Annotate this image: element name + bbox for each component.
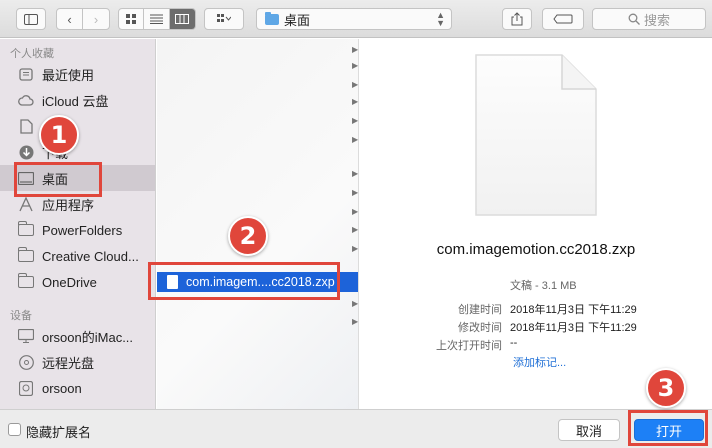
highlight-desktop xyxy=(14,162,102,197)
disclosure-arrow-icon: ▶ xyxy=(352,61,359,70)
harddisk-icon xyxy=(18,380,34,396)
tag-icon xyxy=(553,14,573,24)
sidebar-item-creative-cloud[interactable]: Creative Cloud... xyxy=(0,243,155,269)
grid-icon xyxy=(217,14,231,22)
share-button[interactable] xyxy=(502,8,532,30)
documents-icon xyxy=(18,118,34,134)
disclosure-arrow-icon: ▶ xyxy=(352,116,359,125)
disclosure-arrow-icon: ▶ xyxy=(352,80,359,89)
bottom-bar: 隐藏扩展名 取消 打开 xyxy=(0,409,712,448)
nav-buttons: ‹ › xyxy=(56,8,110,30)
back-button[interactable]: ‹ xyxy=(57,9,84,29)
sidebar-item-label: 最近使用 xyxy=(42,67,95,83)
updown-arrows-icon: ▲ ▼ xyxy=(436,10,445,28)
sidebar-item-powerfolders[interactable]: PowerFolders xyxy=(0,217,155,243)
sidebar-item-orsoon[interactable]: orsoon xyxy=(0,375,155,401)
disclosure-arrow-icon: ▶ xyxy=(352,299,359,308)
chevron-right-icon: › xyxy=(93,11,99,27)
sidebar-item-label: Creative Cloud... xyxy=(42,248,139,264)
sidebar-icon xyxy=(24,13,38,25)
modified-value: 2018年11月3日 下午11:29 xyxy=(510,322,637,334)
sidebar-item-remote-disc[interactable]: 远程光盘 xyxy=(0,349,155,375)
search-field[interactable]: 搜索 xyxy=(592,8,706,30)
disclosure-arrow-icon: ▶ xyxy=(352,225,359,234)
disclosure-arrow-icon: ▶ xyxy=(352,244,359,253)
step-badge-3: 3 xyxy=(646,368,686,408)
hide-extension-label: 隐藏扩展名 xyxy=(26,425,92,440)
view-mode-switch xyxy=(118,8,196,30)
preview-kind: 文稿 - 3.1 MB xyxy=(510,280,577,292)
created-value: 2018年11月3日 下午11:29 xyxy=(510,304,637,316)
disclosure-arrow-icon: ▶ xyxy=(352,317,359,326)
folder-icon xyxy=(17,221,34,238)
arrange-button[interactable] xyxy=(204,8,244,30)
toolbar: ‹ › 桌面 ▲ ▼ 搜索 xyxy=(0,0,712,38)
sidebar-item-imac[interactable]: orsoon的iMac... xyxy=(0,323,155,349)
icon-view-button[interactable] xyxy=(119,9,145,29)
last-opened-value: -- xyxy=(510,337,518,349)
document-preview-icon xyxy=(472,51,600,219)
preview-filename: com.imagemotion.cc2018.zxp xyxy=(436,241,636,258)
step-badge-1: 1 xyxy=(39,115,79,155)
sidebar-item-label: 远程光盘 xyxy=(42,355,95,371)
folder-icon xyxy=(17,247,34,264)
hide-extension-checkbox[interactable] xyxy=(8,423,21,436)
tag-button[interactable] xyxy=(542,8,584,30)
folder-icon xyxy=(265,11,279,25)
add-tags-link[interactable]: 添加标记... xyxy=(513,354,566,370)
last-opened-label: 上次打开时间 xyxy=(436,340,502,352)
disclosure-arrow-icon: ▶ xyxy=(352,207,359,216)
cancel-button[interactable]: 取消 xyxy=(558,419,620,441)
column-view-button[interactable] xyxy=(169,9,195,29)
created-label: 创建时间 xyxy=(458,304,502,316)
preview-pane: com.imagemotion.cc2018.zxp 文稿 - 3.1 MB 创… xyxy=(360,39,712,409)
sidebar-item-label: 应用程序 xyxy=(42,197,95,213)
sidebar-item-label: OneDrive xyxy=(42,274,97,290)
share-icon xyxy=(511,12,523,26)
grid-icon xyxy=(125,13,136,24)
list-icon xyxy=(150,14,164,24)
disclosure-arrow-icon: ▶ xyxy=(352,135,359,144)
sidebar-item-onedrive[interactable]: OneDrive xyxy=(0,269,155,295)
search-icon xyxy=(628,13,640,25)
path-label: 桌面 xyxy=(284,12,311,28)
sidebar-toggle-button[interactable] xyxy=(16,8,46,30)
disc-icon xyxy=(18,354,34,370)
sidebar-item-label: iCloud 云盘 xyxy=(42,93,109,109)
disclosure-arrow-icon: ▶ xyxy=(352,169,359,178)
sidebar-item-label: PowerFolders xyxy=(42,222,123,238)
folder-icon xyxy=(17,273,34,290)
highlight-open xyxy=(628,410,708,446)
downloads-icon xyxy=(18,144,34,160)
highlight-file xyxy=(148,262,340,300)
cloud-icon xyxy=(18,92,34,108)
recents-icon xyxy=(18,66,34,82)
sidebar-item-label: orsoon xyxy=(42,380,82,396)
disclosure-arrow-icon: ▶ xyxy=(352,188,359,197)
chevron-left-icon: ‹ xyxy=(67,11,72,27)
path-popup[interactable]: 桌面 ▲ ▼ xyxy=(256,8,452,30)
sidebar-item-label: orsoon的iMac... xyxy=(42,329,134,345)
devices-title: 设备 xyxy=(10,310,32,322)
applications-icon xyxy=(18,196,34,212)
disclosure-arrow-icon: ▶ xyxy=(352,45,359,54)
favorites-title: 个人收藏 xyxy=(10,48,54,60)
imac-icon xyxy=(18,328,34,344)
list-view-button[interactable] xyxy=(144,9,170,29)
sidebar-item-recents[interactable]: 最近使用 xyxy=(0,61,155,87)
sidebar-item-icloud[interactable]: iCloud 云盘 xyxy=(0,87,155,113)
columns-icon xyxy=(175,14,190,24)
forward-button[interactable]: › xyxy=(83,9,109,29)
disclosure-arrow-icon: ▶ xyxy=(352,97,359,106)
sidebar: 个人收藏 最近使用 iCloud 云盘 下载 桌面 应用程序 xyxy=(0,39,156,409)
search-placeholder: 搜索 xyxy=(643,12,670,28)
step-badge-2: 2 xyxy=(228,216,268,256)
modified-label: 修改时间 xyxy=(458,322,502,334)
